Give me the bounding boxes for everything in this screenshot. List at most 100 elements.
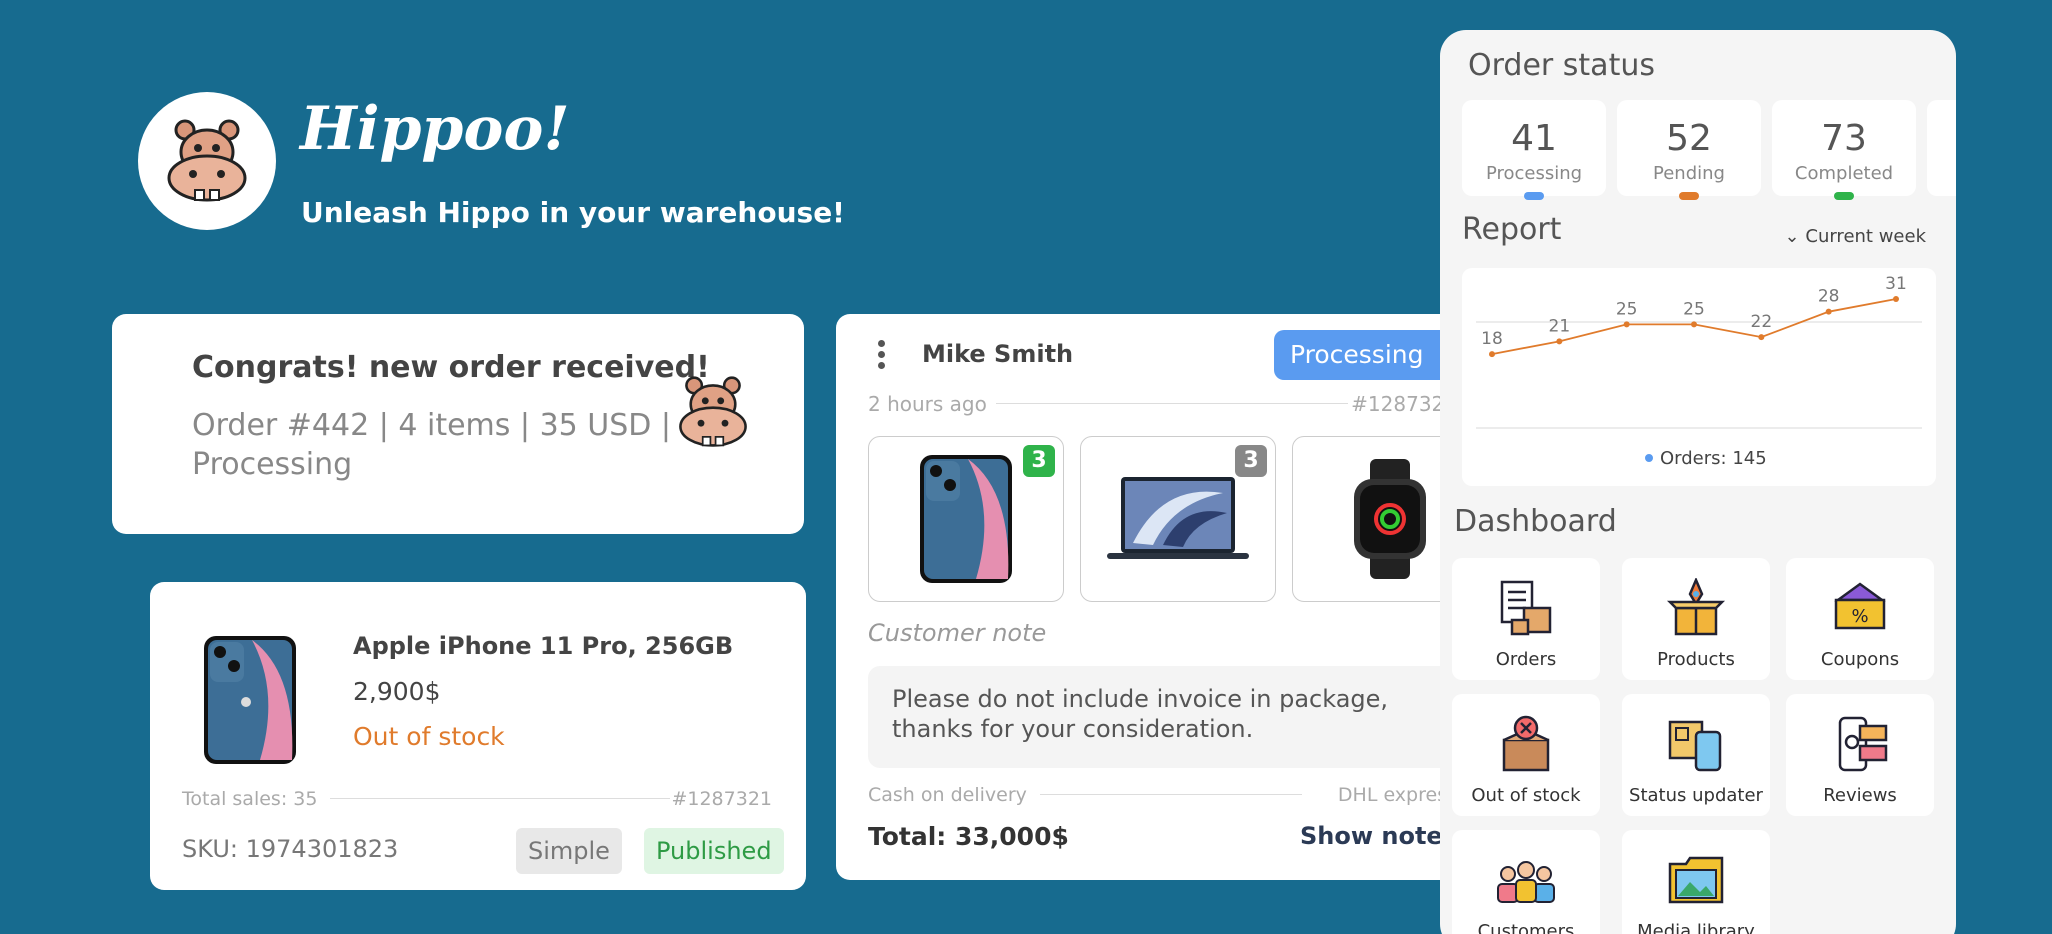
tile-label: Customers <box>1477 921 1575 934</box>
product-sku: SKU: 1974301823 <box>182 835 399 863</box>
order-card: Mike Smith Processing ⌄ 2 hours ago #128… <box>836 314 1491 880</box>
more-options-icon[interactable] <box>878 340 886 373</box>
data-label: 21 <box>1549 316 1571 336</box>
product-card[interactable]: Apple iPhone 11 Pro, 256GB 2,900$ Out of… <box>150 582 806 890</box>
divider <box>330 798 670 799</box>
quantity-badge: 3 <box>1235 445 1267 477</box>
customers-icon <box>1497 861 1555 903</box>
stat-completed[interactable]: 73 Completed <box>1772 100 1916 200</box>
total-sales: Total sales: 35 <box>182 788 318 810</box>
data-point[interactable] <box>1758 334 1765 341</box>
orders-icon <box>1500 580 1552 636</box>
stock-status: Out of stock <box>353 722 505 751</box>
tile-orders[interactable]: Orders <box>1452 558 1600 680</box>
stat-more[interactable] <box>1927 100 1956 196</box>
stat-pending[interactable]: 52 Pending <box>1617 100 1761 200</box>
tile-products[interactable]: Products <box>1622 558 1770 680</box>
new-order-notification[interactable]: Congrats! new order received! Order #442… <box>112 314 804 534</box>
tile-label: Reviews <box>1823 785 1897 806</box>
svg-text:%: % <box>1851 606 1868 627</box>
quantity-badge: 3 <box>1023 445 1055 477</box>
stat-label: Completed <box>1794 163 1894 184</box>
apple-watch-icon <box>1354 459 1426 579</box>
order-item[interactable]: 3 <box>1080 436 1276 602</box>
product-id: #1287321 <box>671 788 772 810</box>
data-label: 28 <box>1818 287 1840 307</box>
data-label: 22 <box>1751 312 1773 332</box>
orders-line-chart: 18 21 25 25 22 28 31 Orders: 145 <box>1476 274 1922 469</box>
customer-name: Mike Smith <box>922 340 1074 368</box>
hippo-icon <box>167 119 247 202</box>
order-item[interactable]: 3 <box>868 436 1064 602</box>
data-point[interactable] <box>1556 338 1563 345</box>
app-dashboard-panel: Order status 41 Processing 52 Pending 73… <box>1440 30 1956 934</box>
stat-value: 52 <box>1666 118 1712 159</box>
period-label: Current week <box>1805 226 1926 247</box>
order-status-title: Order status <box>1468 48 1655 83</box>
products-icon <box>1666 576 1726 636</box>
dashboard-title: Dashboard <box>1454 504 1617 539</box>
product-name: Apple iPhone 11 Pro, 256GB <box>353 632 734 660</box>
hippo-icon <box>679 376 747 447</box>
product-status-badge: Published <box>644 828 784 874</box>
data-point[interactable] <box>1691 321 1697 328</box>
stat-label: Processing <box>1485 163 1583 184</box>
stat-value: 41 <box>1511 118 1557 159</box>
status-indicator <box>1679 192 1699 200</box>
status-indicator <box>1524 192 1544 200</box>
hippo-logo <box>138 92 276 230</box>
tile-label: Products <box>1657 649 1735 670</box>
iphone-icon <box>204 636 296 764</box>
tile-customers[interactable]: Customers <box>1452 830 1600 934</box>
data-point[interactable] <box>1825 308 1832 315</box>
order-status-dropdown[interactable]: Processing ⌄ <box>1274 330 1468 380</box>
tile-out-of-stock[interactable]: Out of stock <box>1452 694 1600 816</box>
tile-status-updater[interactable]: Status updater <box>1622 694 1770 816</box>
customer-note-label: Customer note <box>868 619 1047 647</box>
legend-marker <box>1645 454 1653 462</box>
legend-label: Orders: 145 <box>1660 448 1767 469</box>
reviews-icon <box>1838 716 1888 772</box>
brand-title: Hippoo! <box>300 94 570 164</box>
macbook-icon <box>1107 477 1249 559</box>
tile-label: Media library <box>1637 921 1755 934</box>
tile-reviews[interactable]: Reviews <box>1786 694 1934 816</box>
data-label: 25 <box>1616 299 1638 319</box>
notification-title: Congrats! new order received! <box>192 350 710 385</box>
payment-method: Cash on delivery <box>868 784 1027 806</box>
tile-media-library[interactable]: Media library <box>1622 830 1770 934</box>
chevron-down-icon: ⌄ <box>1784 226 1800 247</box>
stat-value: 73 <box>1821 118 1867 159</box>
coupons-icon: % <box>1834 582 1886 630</box>
stat-label: Pending <box>1653 163 1725 184</box>
data-point[interactable] <box>1489 351 1495 358</box>
status-updater-icon <box>1668 720 1722 772</box>
tile-coupons[interactable]: % Coupons <box>1786 558 1934 680</box>
divider <box>996 403 1348 404</box>
data-label: 25 <box>1683 299 1705 319</box>
tile-label: Coupons <box>1820 649 1900 670</box>
tile-label: Status updater <box>1629 785 1763 806</box>
product-type-badge: Simple <box>516 828 622 874</box>
order-total: Total: 33,000$ <box>868 822 1069 851</box>
show-notes-link[interactable]: Show notes <box>1300 822 1457 850</box>
notification-details: Order #442 | 4 items | 35 USD | Processi… <box>192 408 672 482</box>
order-status-label: Processing <box>1290 340 1424 369</box>
order-time: 2 hours ago <box>868 392 987 416</box>
period-selector[interactable]: ⌄ Current week <box>1785 226 1926 247</box>
tile-label: Out of stock <box>1471 785 1581 806</box>
data-point[interactable] <box>1623 321 1630 328</box>
report-title: Report <box>1462 212 1562 247</box>
customer-note: Please do not include invoice in package… <box>868 666 1462 768</box>
data-point[interactable] <box>1893 295 1899 302</box>
stat-processing[interactable]: 41 Processing <box>1462 100 1606 200</box>
out-of-stock-icon <box>1502 715 1550 772</box>
data-label: 31 <box>1885 274 1907 294</box>
divider <box>1040 794 1302 795</box>
product-price: 2,900$ <box>353 677 441 706</box>
tile-label: Orders <box>1495 649 1557 670</box>
status-indicator <box>1834 192 1854 200</box>
iphone-icon <box>920 455 1012 583</box>
brand-tagline: Unleash Hippo in your warehouse! <box>301 196 845 229</box>
data-label: 18 <box>1481 329 1503 349</box>
